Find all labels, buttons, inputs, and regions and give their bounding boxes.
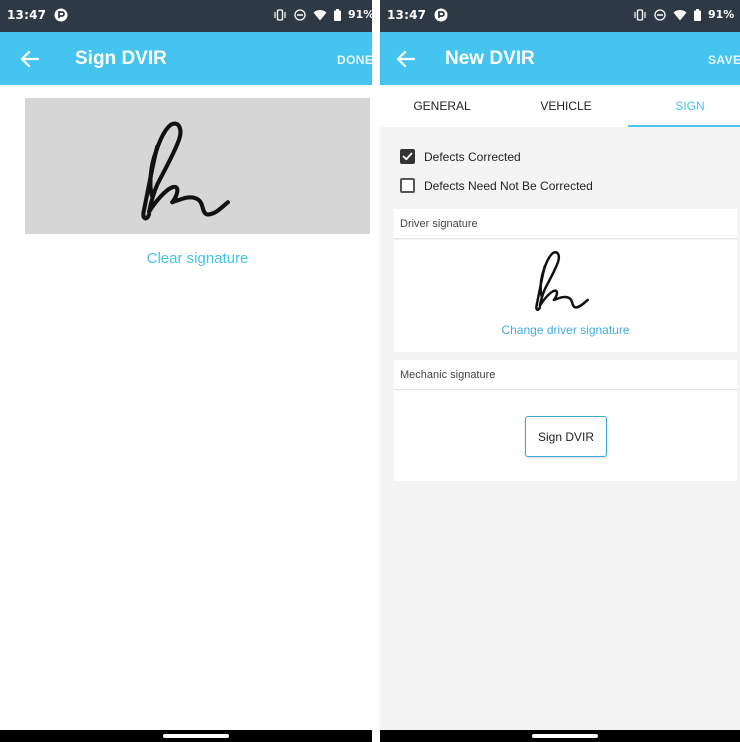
battery-icon bbox=[334, 8, 341, 21]
status-icons: 91% bbox=[273, 8, 372, 21]
battery-percent: 91% bbox=[348, 8, 372, 21]
signature-pad[interactable] bbox=[25, 98, 370, 234]
status-time: 13:47 bbox=[387, 8, 427, 22]
tab-sign[interactable]: SIGN bbox=[628, 85, 740, 127]
clear-signature-link[interactable]: Clear signature bbox=[0, 250, 372, 267]
app-bar: New DVIR SAVE bbox=[380, 32, 740, 85]
page-title: New DVIR bbox=[445, 48, 535, 69]
battery-percent: 91% bbox=[708, 8, 735, 21]
app-notification-icon bbox=[54, 8, 68, 22]
defects-need-not-be-corrected-checkbox-row[interactable]: Defects Need Not Be Corrected bbox=[400, 178, 593, 193]
vibrate-icon bbox=[274, 8, 286, 21]
app-notification-icon bbox=[434, 8, 448, 22]
vibrate-icon bbox=[634, 8, 646, 21]
do-not-disturb-icon bbox=[654, 8, 666, 21]
status-icons: 91% bbox=[633, 8, 734, 21]
checkbox-label: Defects Corrected bbox=[424, 149, 521, 164]
home-gesture-pill[interactable] bbox=[532, 734, 598, 738]
mechanic-signature-header: Mechanic signature bbox=[394, 360, 737, 390]
defects-corrected-checkbox-row[interactable]: Defects Corrected bbox=[400, 149, 521, 164]
status-bar: 13:47 91% bbox=[380, 0, 740, 32]
new-dvir-screen: 13:47 91% New DVIR SAVE GENERAL VEHICLE … bbox=[380, 0, 740, 742]
navigation-bar bbox=[0, 730, 372, 742]
sign-dvir-screen: 13:47 91% Sign DVIR DONE Clear signature bbox=[0, 0, 372, 742]
back-arrow-icon[interactable] bbox=[20, 49, 40, 69]
driver-signature-image bbox=[535, 250, 589, 312]
mechanic-signature-card: Sign DVIR bbox=[394, 391, 737, 481]
wifi-icon bbox=[673, 9, 687, 20]
wifi-icon bbox=[313, 9, 327, 20]
tab-vehicle[interactable]: VEHICLE bbox=[504, 85, 628, 127]
unchecked-checkbox-icon[interactable] bbox=[400, 178, 415, 193]
status-bar: 13:47 91% bbox=[0, 0, 372, 32]
tab-bar: GENERAL VEHICLE SIGN bbox=[380, 85, 740, 127]
navigation-bar bbox=[380, 730, 740, 742]
battery-icon bbox=[694, 8, 701, 21]
driver-signature-card: Change driver signature bbox=[394, 240, 737, 352]
signature-drawing bbox=[111, 116, 247, 226]
app-bar: Sign DVIR DONE bbox=[0, 32, 372, 85]
save-button[interactable]: SAVE bbox=[708, 53, 740, 67]
active-tab-indicator bbox=[628, 125, 740, 127]
sign-dvir-button[interactable]: Sign DVIR bbox=[525, 416, 607, 457]
home-gesture-pill[interactable] bbox=[163, 734, 229, 738]
checked-checkbox-icon[interactable] bbox=[400, 149, 415, 164]
page-title: Sign DVIR bbox=[75, 48, 167, 69]
change-driver-signature-link[interactable]: Change driver signature bbox=[394, 323, 737, 337]
driver-signature-header: Driver signature bbox=[394, 209, 737, 239]
do-not-disturb-icon bbox=[294, 8, 306, 21]
status-time: 13:47 bbox=[7, 8, 47, 22]
checkbox-label: Defects Need Not Be Corrected bbox=[424, 178, 593, 193]
done-button[interactable]: DONE bbox=[337, 53, 372, 67]
tab-general[interactable]: GENERAL bbox=[380, 85, 504, 127]
back-arrow-icon[interactable] bbox=[396, 49, 416, 69]
